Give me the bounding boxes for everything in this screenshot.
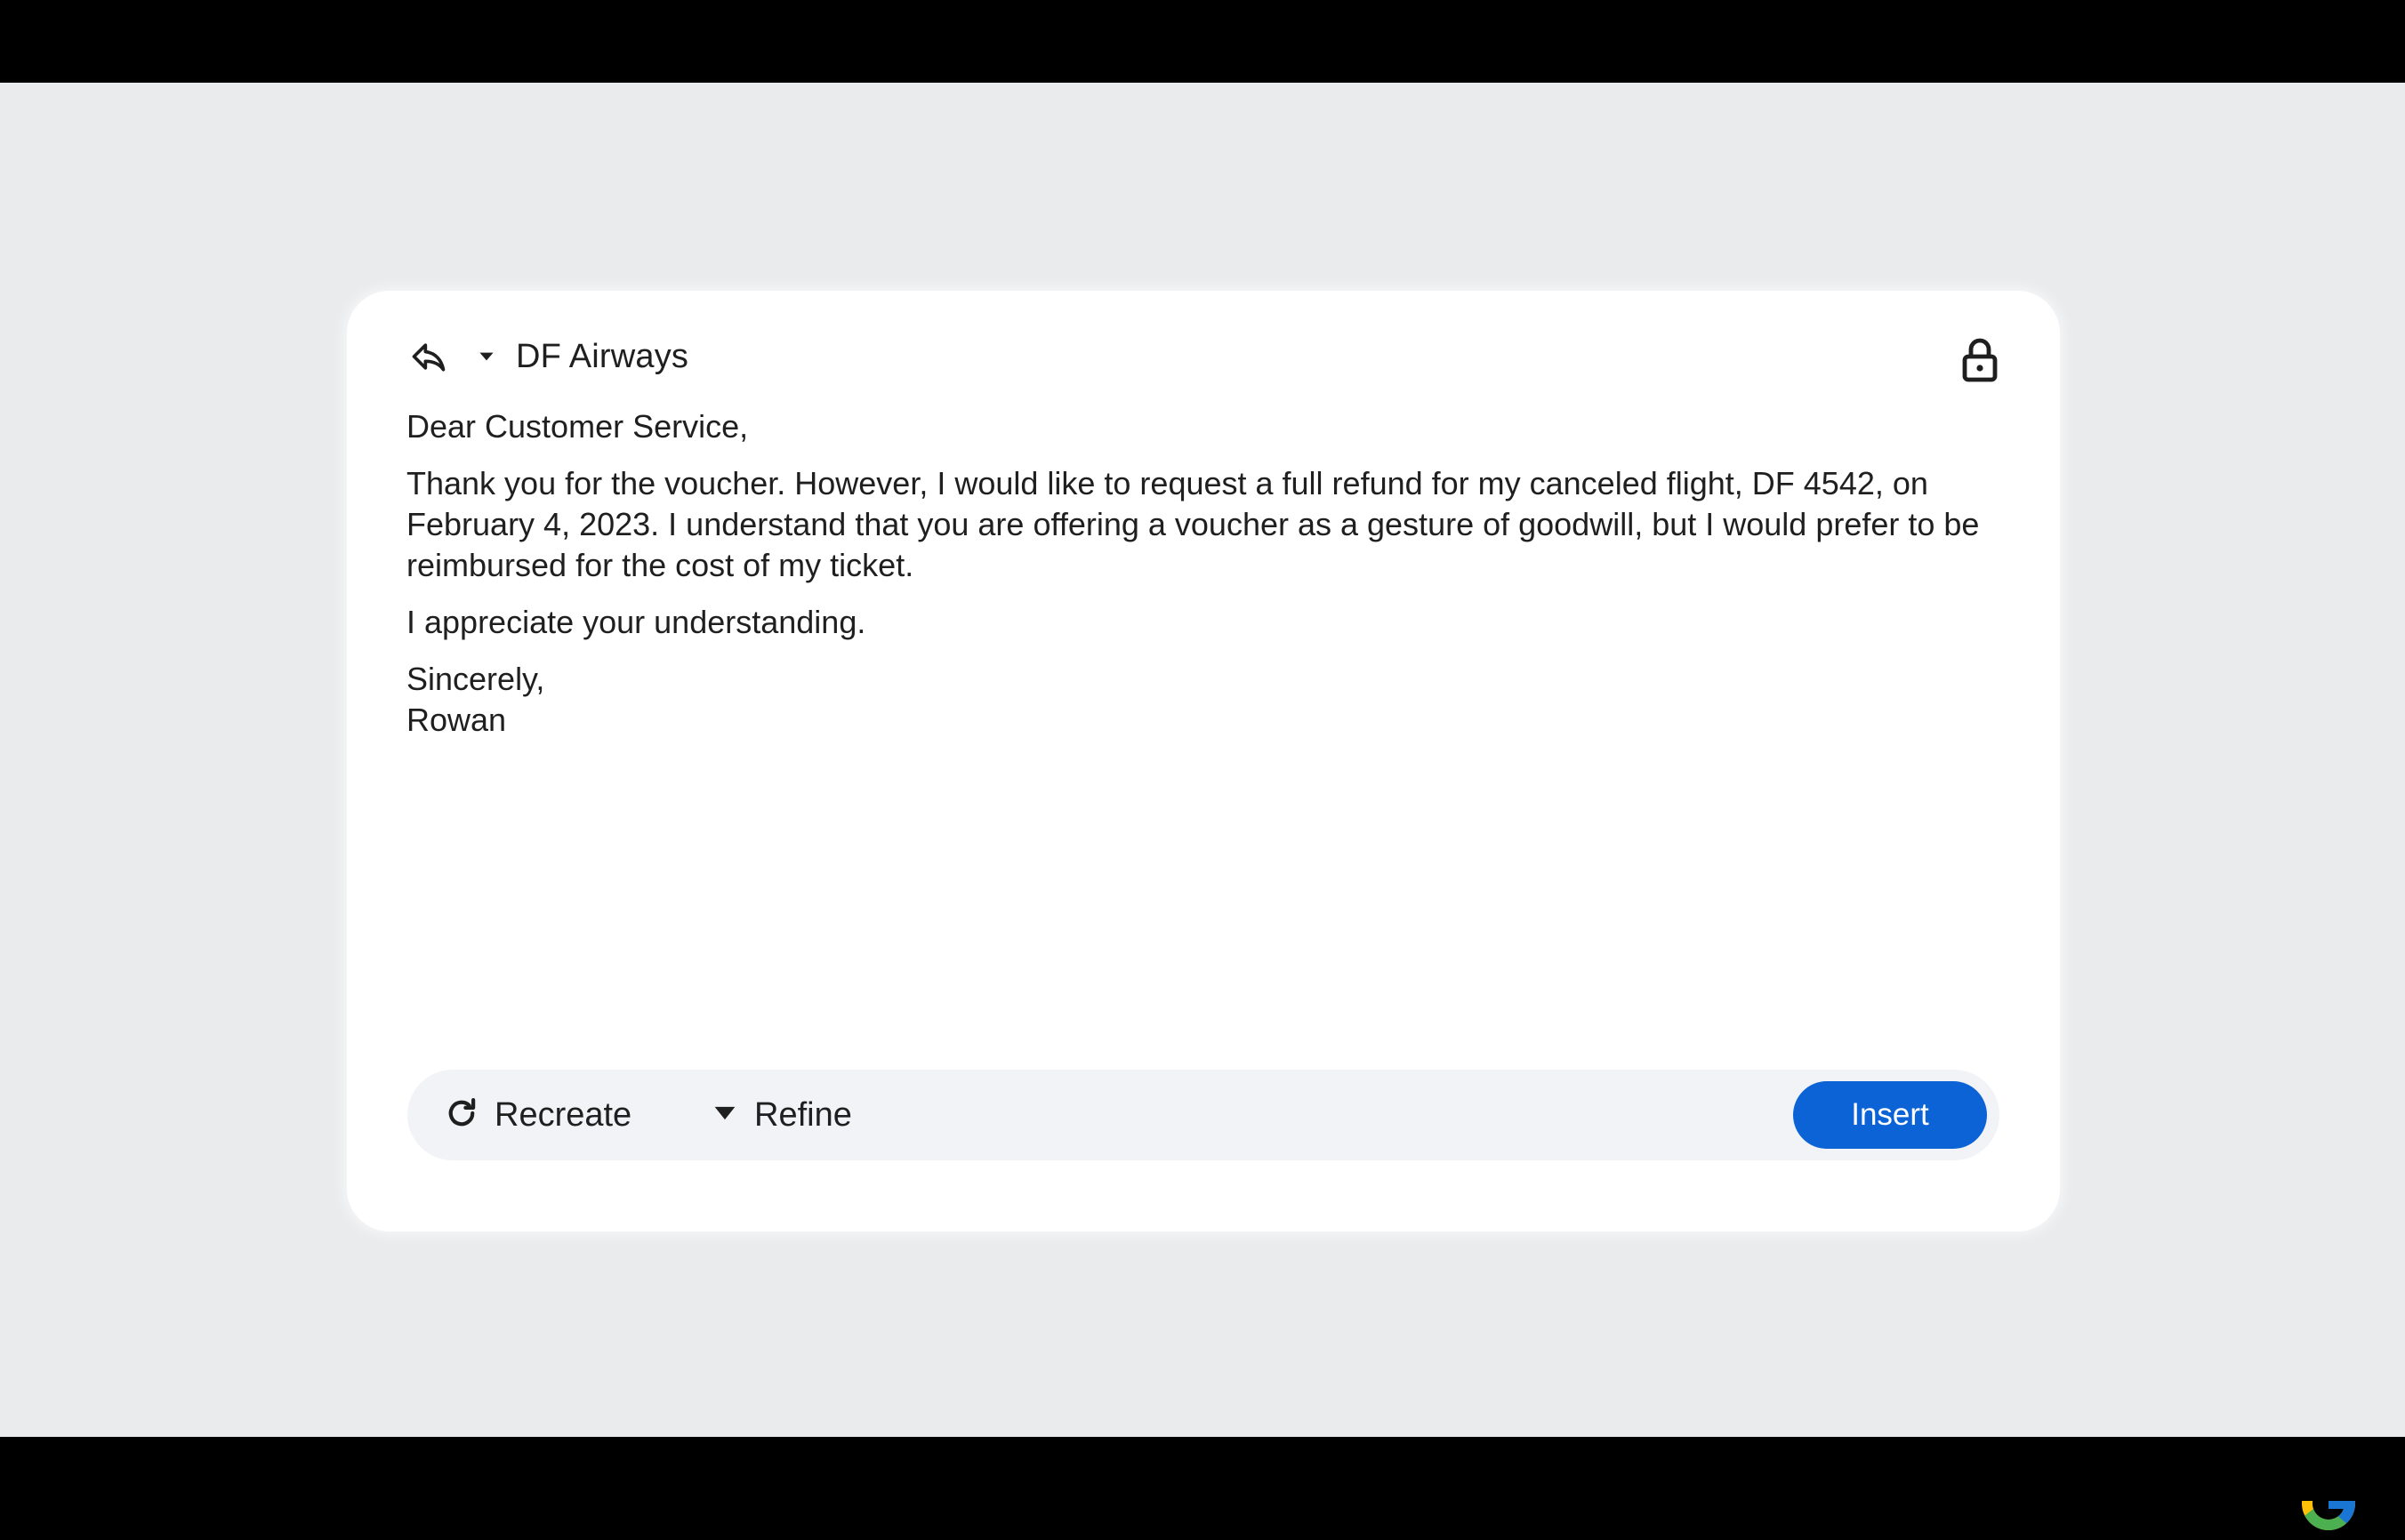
paragraph-line: reimbursed for the cost of my ticket. — [406, 547, 914, 583]
email-paragraph: I appreciate your understanding. — [406, 604, 866, 640]
signature-name: Rowan — [406, 702, 507, 738]
action-bar: Recreate Refine Insert — [407, 1070, 1999, 1160]
recreate-label: Recreate — [495, 1095, 632, 1134]
lock-icon — [1960, 337, 1999, 383]
email-signoff: Sincerely, Rowan — [406, 659, 1990, 741]
paragraph-line: Thank you for the voucher. However, I wo… — [406, 465, 1928, 501]
email-paragraph: Thank you for the voucher. However, I wo… — [406, 463, 1990, 586]
closing-text: Sincerely, — [406, 661, 545, 697]
insert-button[interactable]: Insert — [1793, 1081, 1987, 1149]
email-greeting: Dear Customer Service, — [406, 408, 749, 445]
reply-options-caret-icon[interactable] — [475, 345, 498, 368]
email-body[interactable]: Dear Customer Service, Thank you for the… — [406, 406, 1990, 757]
recipient-name: DF Airways — [516, 337, 689, 375]
refine-button[interactable]: Refine — [710, 1089, 852, 1141]
refresh-icon — [443, 1095, 480, 1136]
stage-background: DF Airways Dear Customer Service, Thank … — [0, 83, 2405, 1530]
compose-header: DF Airways — [409, 330, 688, 383]
caret-down-icon — [710, 1098, 740, 1133]
letterbox-bottom — [0, 1437, 2405, 1501]
recreate-button[interactable]: Recreate — [443, 1089, 631, 1141]
reply-icon[interactable] — [409, 337, 448, 376]
refine-label: Refine — [754, 1095, 852, 1134]
letterbox-top — [0, 0, 2405, 83]
paragraph-line: February 4, 2023. I understand that you … — [406, 506, 1980, 542]
compose-card: DF Airways Dear Customer Service, Thank … — [347, 291, 2060, 1231]
